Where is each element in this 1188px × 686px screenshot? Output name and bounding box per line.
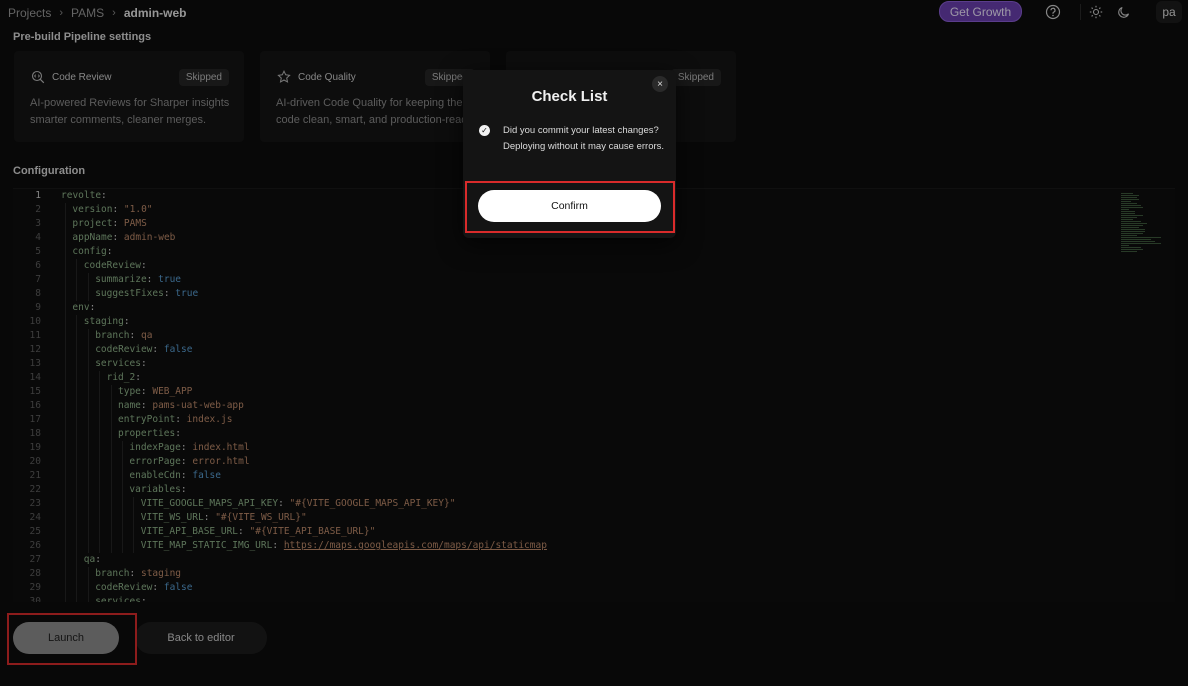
dialog-title: Check List	[531, 88, 608, 105]
checklist-item: ✓ Did you commit your latest changes? De…	[479, 123, 669, 154]
confirm-button[interactable]: Confirm	[478, 190, 661, 222]
check-list-dialog: × Check List ✓ Did you commit your lates…	[463, 70, 676, 238]
checklist-item-text: Did you commit your latest changes? Depl…	[503, 125, 665, 152]
check-circle-icon: ✓	[479, 125, 490, 136]
